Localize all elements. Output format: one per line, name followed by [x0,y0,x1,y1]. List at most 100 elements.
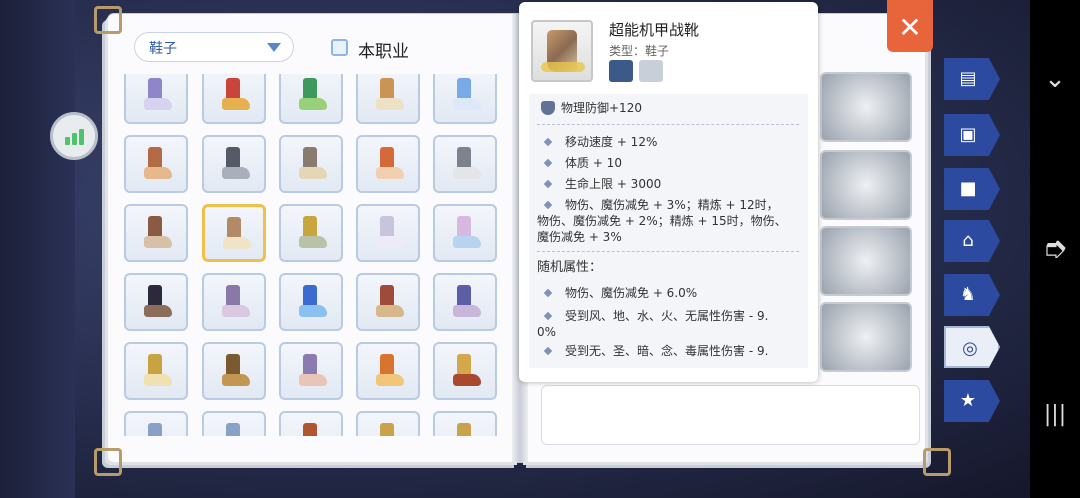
boot-icon [142,285,172,321]
item-slot[interactable] [356,135,420,193]
bullet-icon [543,200,553,210]
item-slot[interactable] [279,74,343,124]
chevron-down-icon[interactable]: ⌄ [1040,64,1070,94]
item-slot[interactable] [124,342,188,400]
bullet-icon [543,346,553,356]
divider [537,124,799,125]
item-slot[interactable] [202,74,266,124]
item-stats-panel: 物理防御+120 移动速度 + 12% 体质 + 10 生命上限 + 3000 … [529,94,808,368]
bullet-icon [543,288,553,298]
boot-icon [142,78,172,114]
boot-icon [374,423,404,436]
boot-icon [451,216,481,252]
details-panel [541,385,920,445]
bullet-icon [543,311,553,321]
item-slot[interactable] [433,74,497,124]
book-corner-ornament [94,6,122,34]
boot-icon [451,78,481,114]
item-slot[interactable] [356,74,420,124]
item-slot[interactable] [202,342,266,400]
item-slot[interactable] [433,342,497,400]
boot-icon [374,354,404,390]
side-tab-horse[interactable]: ♞ [944,274,1000,316]
item-slot[interactable] [124,411,188,436]
item-slot[interactable] [433,204,497,262]
network-signal-button[interactable] [50,112,98,160]
recents-icon[interactable]: ||| [1040,400,1070,430]
item-slot[interactable] [124,74,188,124]
boot-icon [374,216,404,252]
boot-icon [220,354,250,390]
side-tab-bag[interactable]: ■ [944,168,1000,210]
side-tab-medal[interactable]: ★ [944,380,1000,422]
item-slot[interactable] [279,411,343,436]
side-tab-card[interactable]: ▣ [944,114,1000,156]
item-slot[interactable] [356,342,420,400]
category-dropdown[interactable]: 鞋子 [134,32,294,62]
back-arrow-icon[interactable]: ➮ [1040,234,1070,264]
side-tab-book[interactable]: ▤ [944,58,1000,100]
preview-icon[interactable] [639,60,663,82]
item-slot[interactable] [124,135,188,193]
effect-line: 生命上限 + 3000 [565,177,662,191]
item-slot[interactable] [124,204,188,262]
item-slot[interactable] [279,273,343,331]
side-tab-chair[interactable]: ⌂ [944,220,1000,262]
emblem-tab-icon: ◎ [962,338,978,359]
side-tab-emblem[interactable]: ◎ [944,326,1000,368]
effect-line: 物伤、魔伤减免 + 3%；精炼 + 12时， [565,198,779,212]
item-slot[interactable] [202,411,266,436]
book-tab-icon: ▤ [959,68,977,89]
item-slot[interactable] [202,135,266,193]
boot-icon [451,285,481,321]
shield-icon [541,101,555,115]
equipment-slot[interactable] [820,302,912,372]
equipment-slot[interactable] [820,72,912,142]
item-slot[interactable] [202,273,266,331]
boot-icon [297,354,327,390]
chevron-down-icon [267,43,281,52]
bag-tab-icon: ■ [959,178,977,199]
item-slot[interactable] [124,273,188,331]
item-type: 类型：鞋子 [609,44,670,58]
item-slot[interactable] [202,204,266,262]
item-slot[interactable] [433,273,497,331]
item-slot[interactable] [433,135,497,193]
item-icon [531,20,593,82]
equipment-slot[interactable] [820,226,912,296]
medal-tab-icon: ★ [959,390,977,411]
close-icon: ✕ [898,11,922,44]
class-only-checkbox[interactable] [331,39,348,56]
boot-icon [374,147,404,183]
background-frame-left [0,0,75,498]
boot-icon [220,147,250,183]
item-slot[interactable] [279,342,343,400]
bullet-icon [543,158,553,168]
close-button[interactable]: ✕ [887,0,933,52]
random-effect-line: 0% [537,325,557,339]
effect-line: 魔伤减免 + 3% [537,230,622,244]
item-slot[interactable] [279,204,343,262]
inspect-icon[interactable] [609,60,633,82]
item-slot[interactable] [433,411,497,436]
boot-icon [297,216,327,252]
class-only-label[interactable]: 本职业 [358,37,409,62]
bullet-icon [543,179,553,189]
boot-icon [220,285,250,321]
item-slot[interactable] [279,135,343,193]
boot-icon [297,78,327,114]
boot-icon [451,423,481,436]
boot-icon [142,423,172,436]
item-slot[interactable] [356,273,420,331]
item-slot[interactable] [356,411,420,436]
boot-icon [451,147,481,183]
boot-icon [297,147,327,183]
boot-icon [142,354,172,390]
effect-line: 物伤、魔伤减免 + 2%；精炼 + 15时，物伤、 [537,214,787,228]
item-slot[interactable] [356,204,420,262]
effect-line: 体质 + 10 [565,156,622,170]
boot-icon [220,423,250,436]
card-tab-icon: ▣ [959,124,977,145]
equipment-slot[interactable] [820,150,912,220]
boot-icon [221,217,251,253]
